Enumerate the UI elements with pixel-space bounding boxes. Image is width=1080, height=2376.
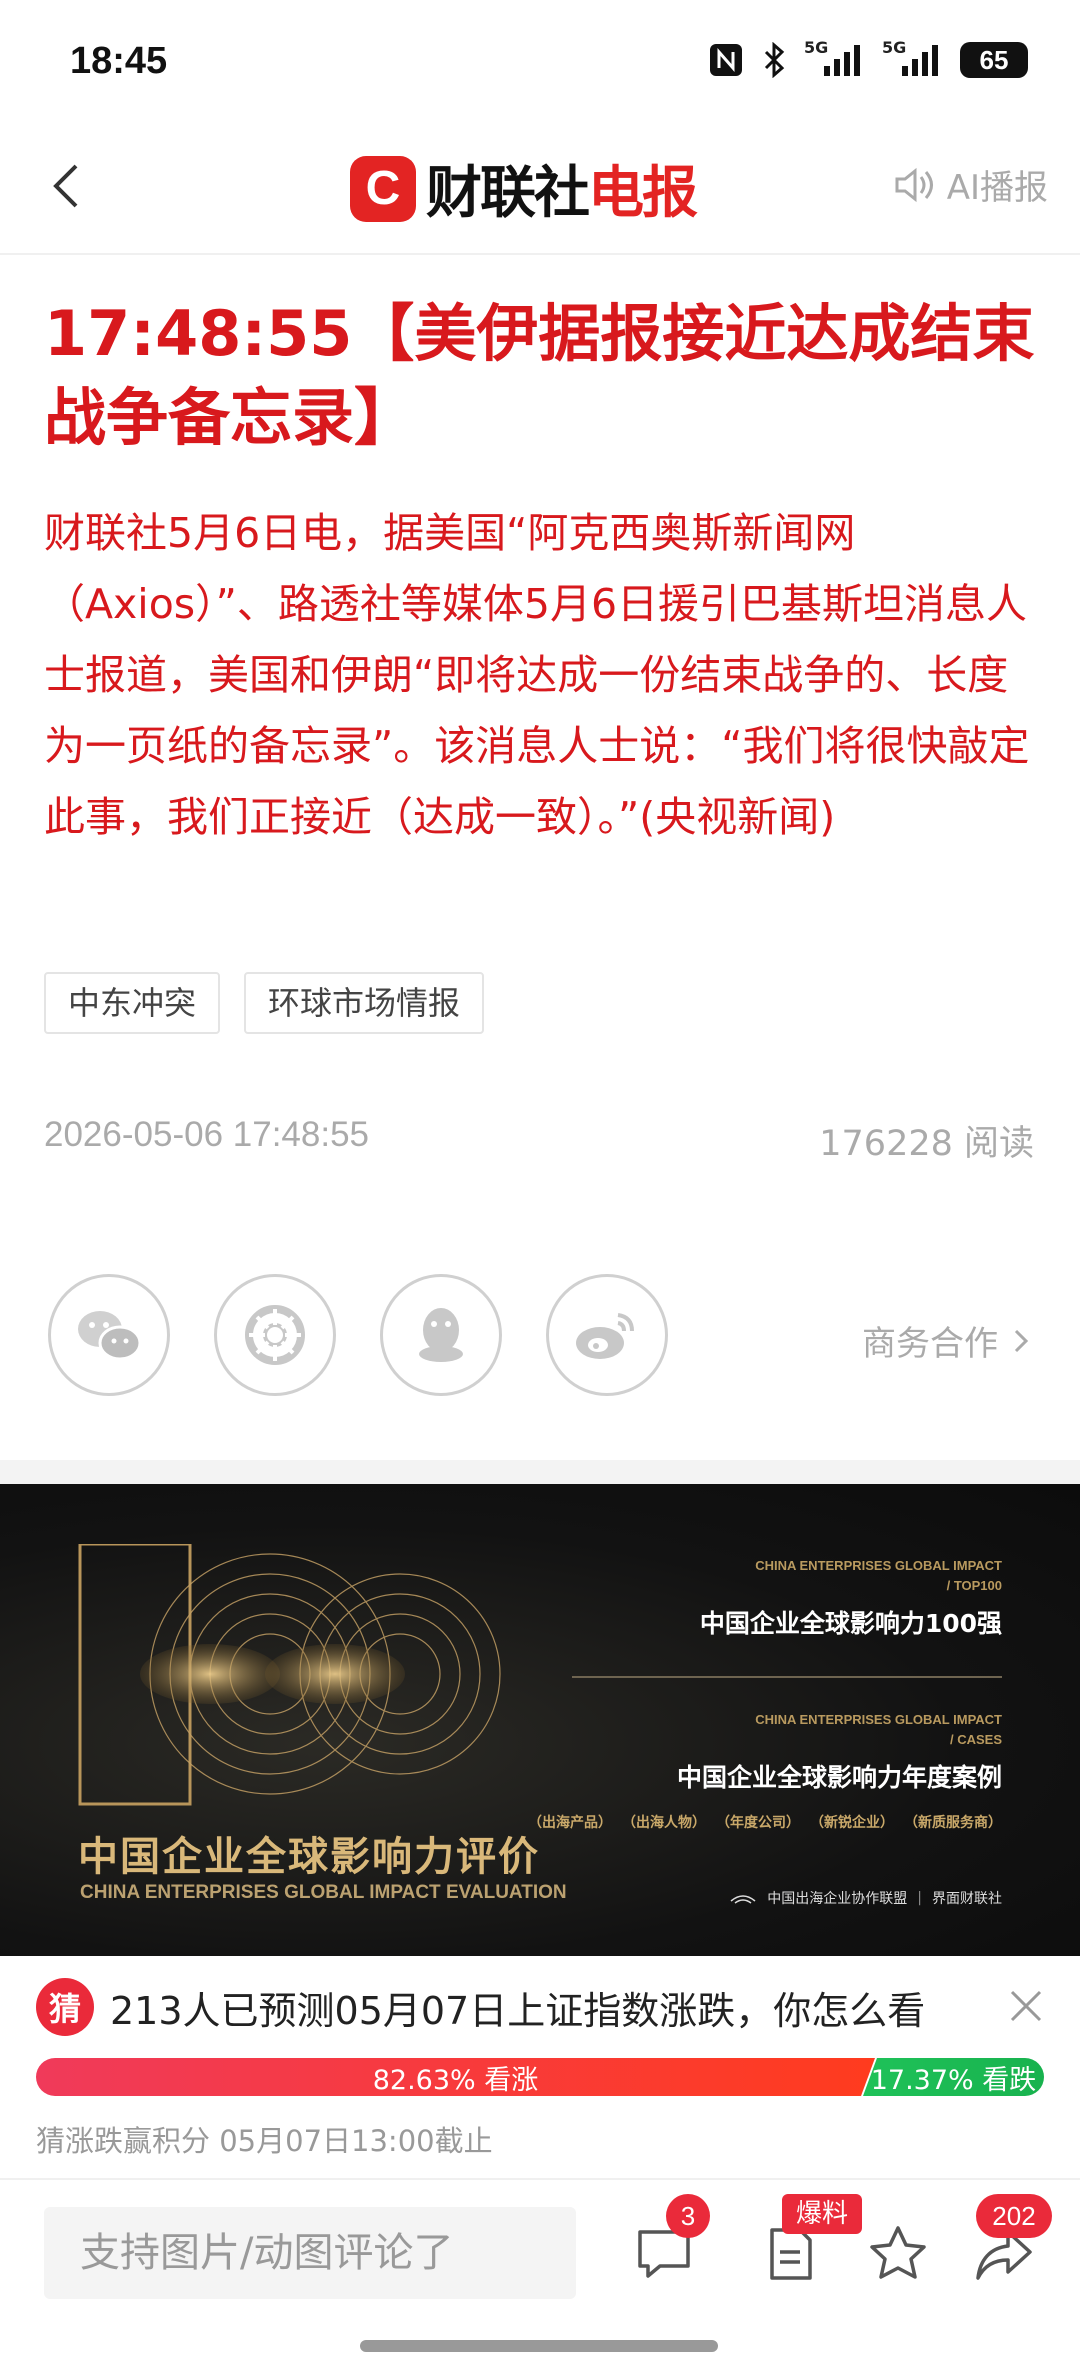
bluetooth-icon [764,42,785,78]
prediction-footer: 猜涨跌赢积分 05月07日13:00截止 [36,2124,493,2158]
top100-en-label: CHINA ENTERPRISES GLOBAL IMPACT [755,1558,1002,1573]
read-count: 176228 阅读 [819,1124,1034,1164]
brand-c-icon: C [350,155,416,222]
banner-footer: 中国出海企业协作联盟 | 界面财联社 [729,1888,1002,1908]
status-bar: 18:45 5G 5G 65 [0,0,1080,120]
pill-new-service: （新质服务商） [904,1815,1002,1831]
cases-cn-title: 中国企业全球影响力年度案例 [676,1763,1002,1792]
share-moments-button[interactable] [214,1274,336,1396]
nav-bar: C 财联社电报 AI播报 [0,120,1080,255]
guess-badge: 猜 [36,1978,94,2036]
ad-banner[interactable]: 中国企业全球影响力评价 CHINA ENTERPRISES GLOBAL IMP… [0,1484,1080,1956]
wechat-icon [78,1311,142,1361]
baoliao-badge: 爆料 [782,2194,862,2234]
business-cooperation-label: 商务合作 [862,1324,998,1364]
share-row [48,1274,668,1396]
status-icons: 5G 5G 65 [708,38,1028,78]
moments-icon [245,1305,305,1365]
banner-title: 中国企业全球影响力评价 [78,1834,540,1880]
banner-divider-line [572,1676,1002,1678]
banner-subtitle: CHINA ENTERPRISES GLOBAL IMPACT EVALUATI… [80,1882,567,1903]
article-headline: 17:48:55【美伊据报接近达成结束战争备忘录】 [44,297,1035,454]
prediction-widget: 猜 213人已预测05月07日上证指数涨跌，你怎么看 82.63% 看涨 17.… [0,1956,1080,2178]
pill-annual-company: （年度公司） [716,1815,800,1831]
alliance-logo-icon [730,1895,756,1904]
banner-block-top100: CHINA ENTERPRISES GLOBAL IMPACT / TOP100… [700,1556,1002,1640]
pill-overseas-product: （出海产品） [528,1815,612,1831]
share-weibo-button[interactable] [546,1274,668,1396]
comment-input[interactable]: 支持图片/动图评论了 [44,2207,576,2299]
cases-en-tag: / CASES [949,1732,1002,1747]
chevron-right-icon [1014,1329,1029,1352]
media-name: 界面财联社 [932,1891,1002,1907]
status-time: 18:45 [70,40,168,82]
vote-down-button[interactable]: 17.37% 看跌 [863,2058,1044,2096]
comment-count-badge: 3 [666,2194,710,2238]
tag-global-market[interactable]: 环球市场情报 [244,972,485,1034]
speaker-icon [895,167,933,202]
weibo-icon [576,1313,634,1359]
share-wechat-button[interactable] [48,1274,170,1396]
top100-cn-title: 中国企业全球影响力100强 [699,1609,1002,1638]
alliance-name: 中国出海企业协作联盟 [767,1891,908,1907]
close-icon[interactable] [1006,1986,1046,2026]
top100-en-tag: / TOP100 [946,1578,1002,1593]
banner-category-pills: （出海产品） （出海人物） （年度公司） （新锐企业） （新质服务商） [528,1812,1002,1832]
signal-icon-2: 5G [882,38,942,78]
nfc-icon [710,44,742,76]
share-qq-button[interactable] [380,1274,502,1396]
cases-en-label: CHINA ENTERPRISES GLOBAL IMPACT [755,1712,1002,1727]
ai-broadcast-button[interactable]: AI播报 [893,160,1048,209]
share-count-badge: 202 [976,2194,1052,2238]
pill-rising-enterprise: （新锐企业） [810,1815,894,1831]
pill-overseas-person: （出海人物） [622,1815,706,1831]
business-cooperation-link[interactable]: 商务合作 [862,1316,1036,1365]
article-datetime: 2026-05-06 17:48:55 [44,1115,369,1154]
brand-logo: C 财联社电报 [350,148,698,229]
article-body: 财联社5月6日电，据美国“阿克西奥斯新闻网（Axios）”、路透社等媒体5月6日… [44,509,1030,841]
prediction-title[interactable]: 213人已预测05月07日上证指数涨跌，你怎么看 [110,1980,925,2035]
qq-icon [419,1308,463,1362]
vote-up-button[interactable]: 82.63% 看涨 [36,2058,875,2096]
tag-list: 中东冲突 环球市场情报 [44,972,485,1034]
brand-name: 财联社电报 [426,148,698,229]
section-divider [0,1460,1080,1484]
signal-icon: 5G [804,38,864,78]
top100-art [78,1544,501,1806]
tag-mideast[interactable]: 中东冲突 [44,972,221,1034]
battery-icon: 65 [960,42,1028,78]
brand-accent: 电报 [588,161,698,226]
ai-broadcast-label: AI播报 [946,168,1048,208]
prediction-bar: 82.63% 看涨 17.37% 看跌 [36,2058,1044,2096]
banner-block-cases: CHINA ENTERPRISES GLOBAL IMPACT / CASES … [677,1710,1002,1794]
brand-main: 财联社 [426,161,590,226]
home-indicator[interactable] [360,2340,718,2352]
back-icon[interactable] [38,156,98,216]
star-icon[interactable] [866,2222,930,2286]
